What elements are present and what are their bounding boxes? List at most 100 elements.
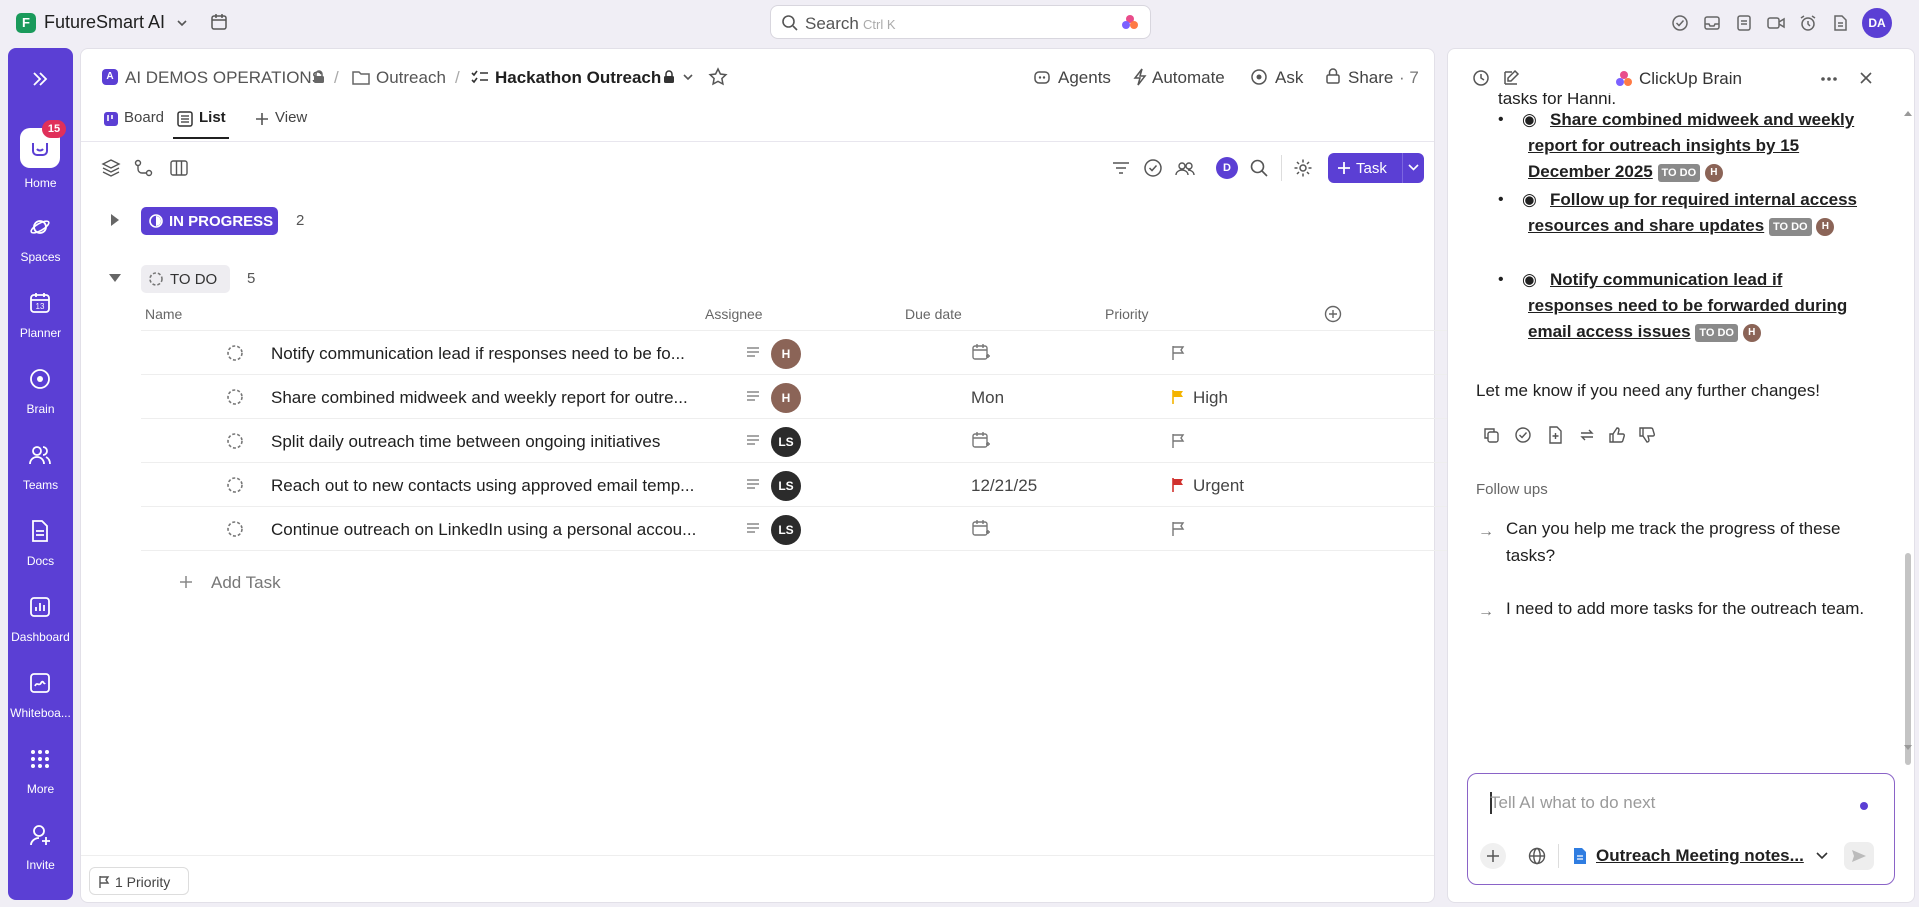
task-status-icon[interactable] [226, 432, 244, 450]
assignee-avatar[interactable]: LS [771, 471, 801, 501]
chevron-down-icon[interactable] [1408, 163, 1419, 173]
expand-sidebar-icon[interactable] [31, 70, 49, 88]
subtasks-icon[interactable] [134, 158, 154, 178]
ask-button[interactable]: Ask [1275, 68, 1303, 88]
column-header-priority[interactable]: Priority [1105, 306, 1149, 322]
share-button[interactable]: Share [1348, 68, 1393, 88]
add-to-doc-icon[interactable] [1546, 426, 1564, 444]
table-row[interactable]: Continue outreach on LinkedIn using a pe… [141, 507, 1456, 551]
video-icon[interactable] [1767, 14, 1785, 32]
assignees-icon[interactable] [1175, 158, 1195, 178]
caret-down-icon[interactable] [109, 273, 121, 283]
scroll-up-arrow-icon[interactable] [1903, 109, 1913, 117]
ai-sparkle-icon[interactable] [1121, 14, 1139, 32]
assignee-avatar[interactable]: H [771, 339, 801, 369]
task-name[interactable]: Split daily outreach time between ongoin… [271, 432, 660, 452]
chevron-down-icon[interactable] [682, 72, 694, 82]
task-status-icon[interactable] [226, 520, 244, 538]
globe-icon[interactable] [1528, 847, 1546, 865]
user-avatar[interactable]: DA [1862, 8, 1892, 38]
task-link[interactable]: Notify communication lead if responses n… [1528, 270, 1847, 341]
history-icon[interactable] [1472, 69, 1490, 87]
close-icon[interactable] [1858, 70, 1874, 86]
priority-label[interactable]: High [1193, 388, 1228, 408]
table-row[interactable]: Notify communication lead if responses n… [141, 331, 1456, 375]
attach-button[interactable] [1480, 843, 1506, 869]
regenerate-icon[interactable] [1578, 426, 1596, 444]
workspace-name[interactable]: FutureSmart AI [44, 12, 165, 33]
document-icon[interactable] [1831, 14, 1849, 32]
table-row[interactable]: Split daily outreach time between ongoin… [141, 419, 1456, 463]
task-name[interactable]: Notify communication lead if responses n… [271, 344, 685, 364]
caret-right-icon[interactable] [110, 214, 120, 226]
calendar-add-icon[interactable] [971, 519, 991, 539]
chevron-down-icon[interactable] [1816, 851, 1828, 861]
search-icon[interactable] [1249, 158, 1269, 178]
chat-scroll-area[interactable]: tasks for Hanni. • ◉ Share combined midw… [1448, 93, 1903, 796]
check-circle-icon[interactable] [1143, 158, 1163, 178]
breadcrumb-folder[interactable]: Outreach [376, 68, 446, 88]
star-icon[interactable] [708, 67, 728, 87]
calendar-add-icon[interactable] [971, 343, 991, 363]
agents-button[interactable]: Agents [1058, 68, 1111, 88]
more-options-icon[interactable] [1820, 76, 1838, 82]
calendar-icon[interactable] [210, 13, 228, 31]
task-check-icon[interactable] [1671, 14, 1689, 32]
assignee-avatar[interactable]: LS [771, 515, 801, 545]
create-task-icon[interactable] [1514, 426, 1532, 444]
column-header-assignee[interactable]: Assignee [705, 306, 763, 322]
breadcrumb-space[interactable]: AI DEMOS OPERATIONS [125, 68, 323, 88]
task-status-icon[interactable] [226, 388, 244, 406]
followup-suggestion[interactable]: I need to add more tasks for the outreac… [1506, 595, 1866, 622]
alarm-clock-icon[interactable] [1799, 14, 1817, 32]
scrollbar-thumb[interactable] [1905, 553, 1911, 765]
add-task-row[interactable]: Add Task [211, 573, 281, 593]
inbox-icon[interactable] [1703, 14, 1721, 32]
due-date[interactable]: 12/21/25 [971, 476, 1037, 496]
priority-flag-icon[interactable] [1171, 345, 1185, 361]
task-status-icon[interactable] [226, 476, 244, 494]
assignee-avatar[interactable]: LS [771, 427, 801, 457]
status-pill-todo[interactable]: TO DO [141, 265, 230, 293]
automate-button[interactable]: Automate [1152, 68, 1225, 88]
column-header-due-date[interactable]: Due date [905, 306, 962, 322]
assignee-avatar[interactable]: H [771, 383, 801, 413]
thumbs-up-icon[interactable] [1608, 426, 1626, 444]
layers-icon[interactable] [101, 158, 121, 178]
priority-label[interactable]: Urgent [1193, 476, 1244, 496]
scroll-down-arrow-icon[interactable] [1903, 744, 1913, 752]
add-task-button[interactable]: Task [1328, 153, 1424, 183]
breadcrumb-list[interactable]: Hackathon Outreach [495, 68, 661, 88]
due-date[interactable]: Mon [971, 388, 1004, 408]
task-name[interactable]: Share combined midweek and weekly report… [271, 388, 688, 408]
workspace-badge[interactable]: F [16, 13, 36, 33]
priority-flag-icon[interactable] [1171, 521, 1185, 537]
settings-gear-icon[interactable] [1293, 158, 1313, 178]
send-button[interactable] [1844, 842, 1874, 870]
task-name[interactable]: Continue outreach on LinkedIn using a pe… [271, 520, 696, 540]
task-status-icon[interactable] [226, 344, 244, 362]
columns-icon[interactable] [169, 158, 189, 178]
table-row[interactable]: Reach out to new contacts using approved… [141, 463, 1456, 507]
ai-input-placeholder[interactable]: Tell AI what to do next [1490, 793, 1655, 813]
copy-icon[interactable] [1482, 426, 1500, 444]
chevron-down-icon[interactable] [176, 17, 188, 29]
add-column-icon[interactable] [1324, 305, 1342, 323]
task-name[interactable]: Reach out to new contacts using approved… [271, 476, 694, 496]
followup-suggestion[interactable]: Can you help me track the progress of th… [1506, 515, 1866, 569]
thumbs-down-icon[interactable] [1638, 426, 1656, 444]
notepad-icon[interactable] [1735, 14, 1753, 32]
me-filter-avatar[interactable]: D [1216, 157, 1238, 179]
column-header-name[interactable]: Name [145, 306, 182, 322]
priority-filter-chip[interactable]: 1 Priority [89, 867, 189, 895]
calendar-add-icon[interactable] [971, 431, 991, 451]
status-pill-in-progress[interactable]: IN PROGRESS [141, 207, 278, 235]
priority-flag-icon[interactable] [1171, 433, 1185, 449]
search-bar[interactable]: Search Ctrl K [770, 5, 1151, 39]
context-doc-link[interactable]: Outreach Meeting notes... [1596, 846, 1804, 866]
table-row[interactable]: Share combined midweek and weekly report… [141, 375, 1456, 419]
tab-board[interactable]: Board [124, 109, 164, 126]
ai-input-box[interactable]: Tell AI what to do next Outreach Meeting… [1467, 773, 1895, 885]
filter-icon[interactable] [1111, 158, 1131, 178]
add-view-button[interactable]: View [275, 109, 307, 126]
